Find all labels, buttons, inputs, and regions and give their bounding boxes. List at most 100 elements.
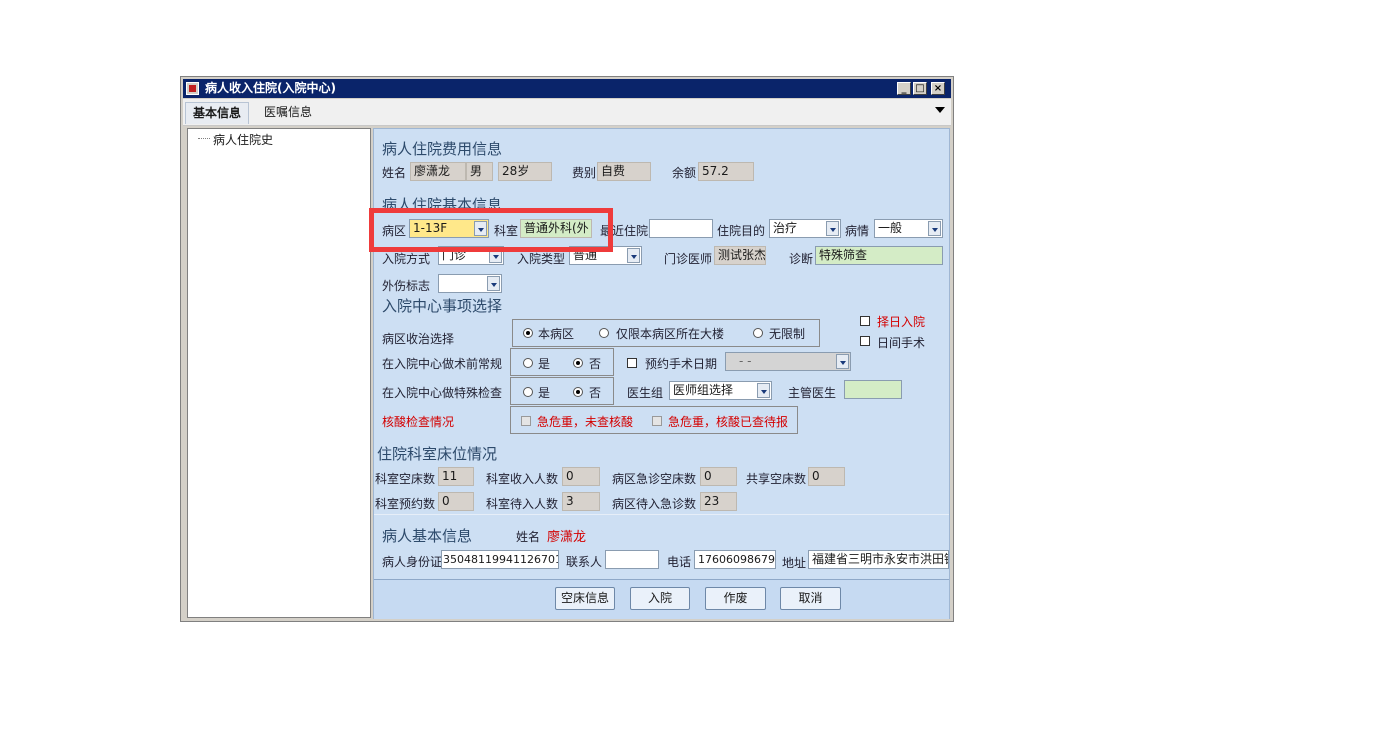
ward-select-label: 病区收治选择 — [382, 332, 455, 346]
preop-label: 在入院中心做术前常规 — [382, 357, 503, 371]
admit-type-label: 入院类型 — [517, 252, 566, 266]
ward-waiting-label: 病区待入急诊数 — [612, 497, 697, 511]
preop-no-radio[interactable] — [573, 358, 583, 368]
tab-order-info[interactable]: 医嘱信息 — [257, 102, 319, 123]
address-label: 地址 — [782, 556, 807, 570]
fee-type-field: 自费 — [597, 162, 651, 181]
select-day-checkbox[interactable] — [860, 316, 870, 326]
patient-name-label: 姓名 — [516, 530, 541, 544]
special-no-label: 否 — [589, 386, 602, 400]
fee-gender-field: 男 — [466, 162, 493, 181]
chevron-down-icon[interactable] — [487, 276, 500, 291]
dept-empty-label: 科室空床数 — [375, 472, 436, 486]
special-yes-radio[interactable] — [523, 387, 533, 397]
center-section-title: 入院中心事项选择 — [382, 297, 503, 315]
purpose-value: 治疗 — [773, 221, 798, 235]
contact-label: 联系人 — [566, 555, 603, 569]
purpose-label: 住院目的 — [717, 224, 766, 238]
shared-empty-field: 0 — [808, 467, 845, 486]
recent-ward-input[interactable] — [649, 219, 713, 238]
title-bar[interactable]: 病人收入住院(入院中心) _ □ × — [183, 79, 951, 98]
cancel-button[interactable]: 取消 — [780, 587, 841, 610]
ward-waiting-field: 23 — [700, 492, 737, 511]
doctor-group-combo[interactable]: 医师组选择 — [669, 381, 772, 400]
contact-input[interactable] — [605, 550, 659, 569]
maximize-button[interactable]: □ — [913, 82, 927, 95]
nucleic-opt2-label: 急危重，核酸已查待报 — [668, 415, 789, 429]
trauma-label: 外伤标志 — [382, 279, 431, 293]
fee-name-label: 姓名 — [382, 166, 407, 180]
nucleic-group: 急危重，未查核酸 急危重，核酸已查待报 — [510, 406, 798, 434]
maximize-icon: □ — [915, 83, 925, 94]
book-surgery-date[interactable]: - - — [725, 352, 851, 371]
unlimited-option-radio[interactable] — [753, 328, 763, 338]
attending-label: 主管医生 — [788, 386, 837, 400]
special-no-radio[interactable] — [573, 387, 583, 397]
beds-section-title: 住院科室床位情况 — [377, 445, 498, 463]
minimize-button[interactable]: _ — [897, 82, 911, 95]
dept-reserve-field: 0 — [438, 492, 474, 511]
phone-label: 电话 — [667, 555, 692, 569]
chevron-down-icon[interactable] — [757, 383, 770, 398]
app-icon — [186, 82, 199, 95]
patient-section-title: 病人基本信息 — [382, 527, 473, 545]
select-day-label: 择日入院 — [877, 315, 926, 329]
day-surgery-label: 日间手术 — [877, 336, 926, 350]
diagnosis-label: 诊断 — [789, 252, 814, 266]
highlight-box — [369, 208, 613, 252]
condition-value: 一般 — [878, 221, 903, 235]
book-surgery-label: 预约手术日期 — [645, 357, 718, 371]
address-input[interactable]: 福建省三明市永安市洪田镇 — [808, 550, 949, 569]
attending-input[interactable] — [844, 380, 902, 399]
id-label: 病人身份证 — [382, 555, 443, 569]
tab-dropdown-icon[interactable] — [935, 107, 945, 113]
ward-emergency-field: 0 — [700, 467, 737, 486]
diagnosis-field[interactable]: 特殊筛查 — [815, 246, 943, 265]
building-option-radio[interactable] — [599, 328, 609, 338]
chevron-down-icon[interactable] — [826, 221, 839, 236]
empty-bed-button[interactable]: 空床信息 — [555, 587, 615, 610]
history-tree: 病人住院史 — [187, 128, 371, 618]
dept-reserve-label: 科室预约数 — [375, 497, 436, 511]
nucleic-label: 核酸检查情况 — [382, 415, 455, 429]
phone-input[interactable]: 17606098679 — [694, 550, 776, 569]
nucleic-opt1-label: 急危重，未查核酸 — [537, 415, 634, 429]
chevron-down-icon[interactable] — [627, 248, 640, 263]
preop-group: 是 否 — [510, 348, 614, 376]
balance-field: 57.2 — [698, 162, 754, 181]
special-group: 是 否 — [510, 377, 614, 405]
tree-node-history[interactable]: 病人住院史 — [213, 131, 273, 148]
shared-empty-label: 共享空床数 — [746, 472, 807, 486]
special-yes-label: 是 — [538, 386, 551, 400]
close-button[interactable]: × — [931, 82, 945, 95]
admit-button[interactable]: 入院 — [630, 587, 690, 610]
day-surgery-checkbox[interactable] — [860, 336, 870, 346]
tab-basic-info[interactable]: 基本信息 — [185, 102, 250, 124]
purpose-combo[interactable]: 治疗 — [769, 219, 841, 238]
nucleic-opt2-checkbox[interactable] — [652, 416, 662, 426]
book-surgery-checkbox[interactable] — [627, 358, 637, 368]
chevron-down-icon[interactable] — [836, 354, 849, 369]
condition-label: 病情 — [845, 224, 870, 238]
button-bar: 空床信息 入院 作废 取消 — [374, 579, 949, 619]
dept-admit-field: 0 — [562, 467, 600, 486]
dept-waiting-field: 3 — [562, 492, 600, 511]
dept-empty-field: 11 — [438, 467, 474, 486]
outpatient-doctor-field: 测试张杰 — [714, 246, 766, 265]
id-input[interactable]: 350481199411267019 — [441, 550, 559, 569]
trauma-combo[interactable] — [438, 274, 502, 293]
preop-yes-radio[interactable] — [523, 358, 533, 368]
section-divider — [374, 514, 949, 515]
doctor-group-value: 医师组选择 — [673, 383, 734, 397]
book-surgery-value: - - — [739, 354, 752, 368]
nucleic-opt1-checkbox[interactable] — [521, 416, 531, 426]
ward-option-radio[interactable] — [523, 328, 533, 338]
chevron-down-icon[interactable] — [928, 221, 941, 236]
void-button[interactable]: 作废 — [705, 587, 766, 610]
patient-name: 廖潇龙 — [547, 530, 587, 545]
ward-emergency-label: 病区急诊空床数 — [612, 472, 697, 486]
minimize-icon: _ — [901, 83, 907, 94]
close-icon: × — [933, 83, 943, 94]
condition-combo[interactable]: 一般 — [874, 219, 943, 238]
fee-name-field: 廖潇龙 — [410, 162, 466, 181]
